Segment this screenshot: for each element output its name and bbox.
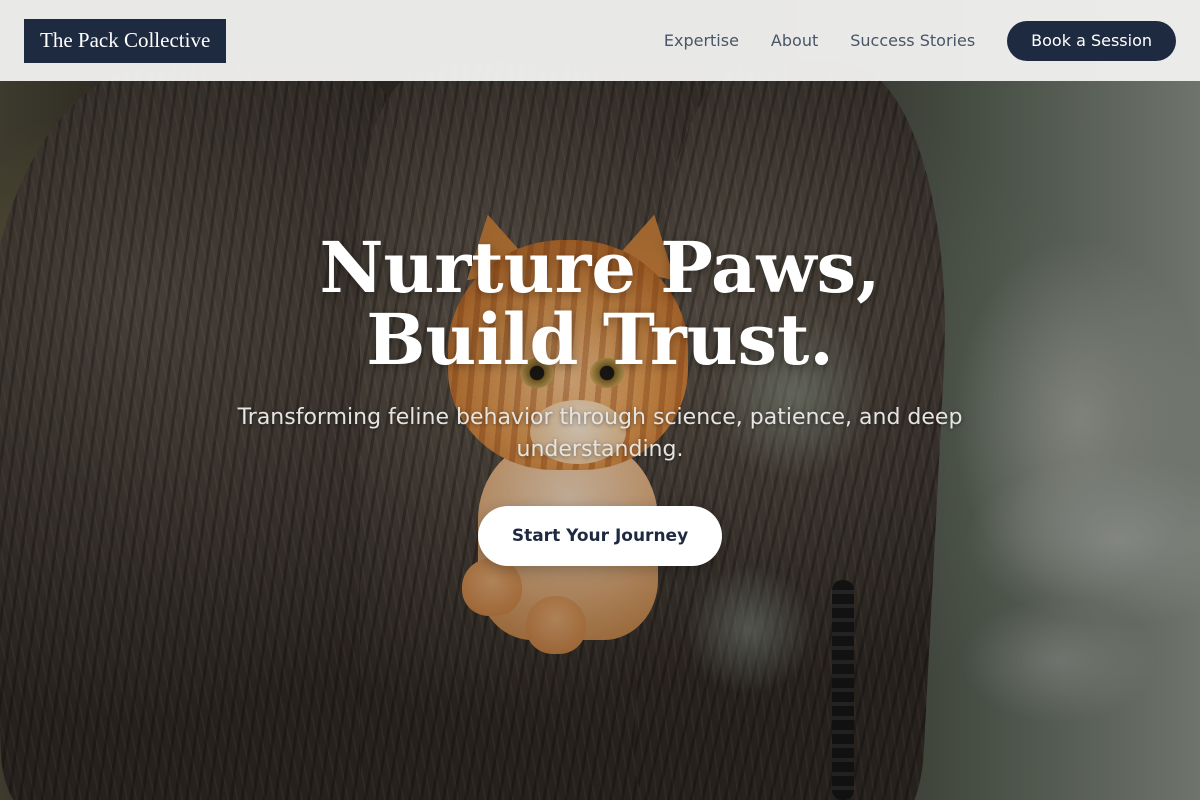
hero-title: Nurture Paws, Build Trust.	[319, 226, 881, 381]
book-session-button[interactable]: Book a Session	[1007, 20, 1176, 61]
nav-link-expertise[interactable]: Expertise	[664, 31, 739, 50]
nav-link-about[interactable]: About	[771, 31, 818, 50]
hero-content: Nurture Paws, Build Trust. Transforming …	[0, 232, 1200, 566]
hero-subtitle: Transforming feline behavior through sci…	[237, 405, 963, 462]
start-journey-button[interactable]: Start Your Journey	[478, 506, 722, 566]
brand-logo[interactable]: The Pack Collective	[24, 18, 227, 63]
nav-link-success-stories[interactable]: Success Stories	[850, 31, 975, 50]
site-header: The Pack Collective Expertise About Succ…	[0, 0, 1200, 81]
main-nav: Expertise About Success Stories Book a S…	[664, 20, 1176, 61]
